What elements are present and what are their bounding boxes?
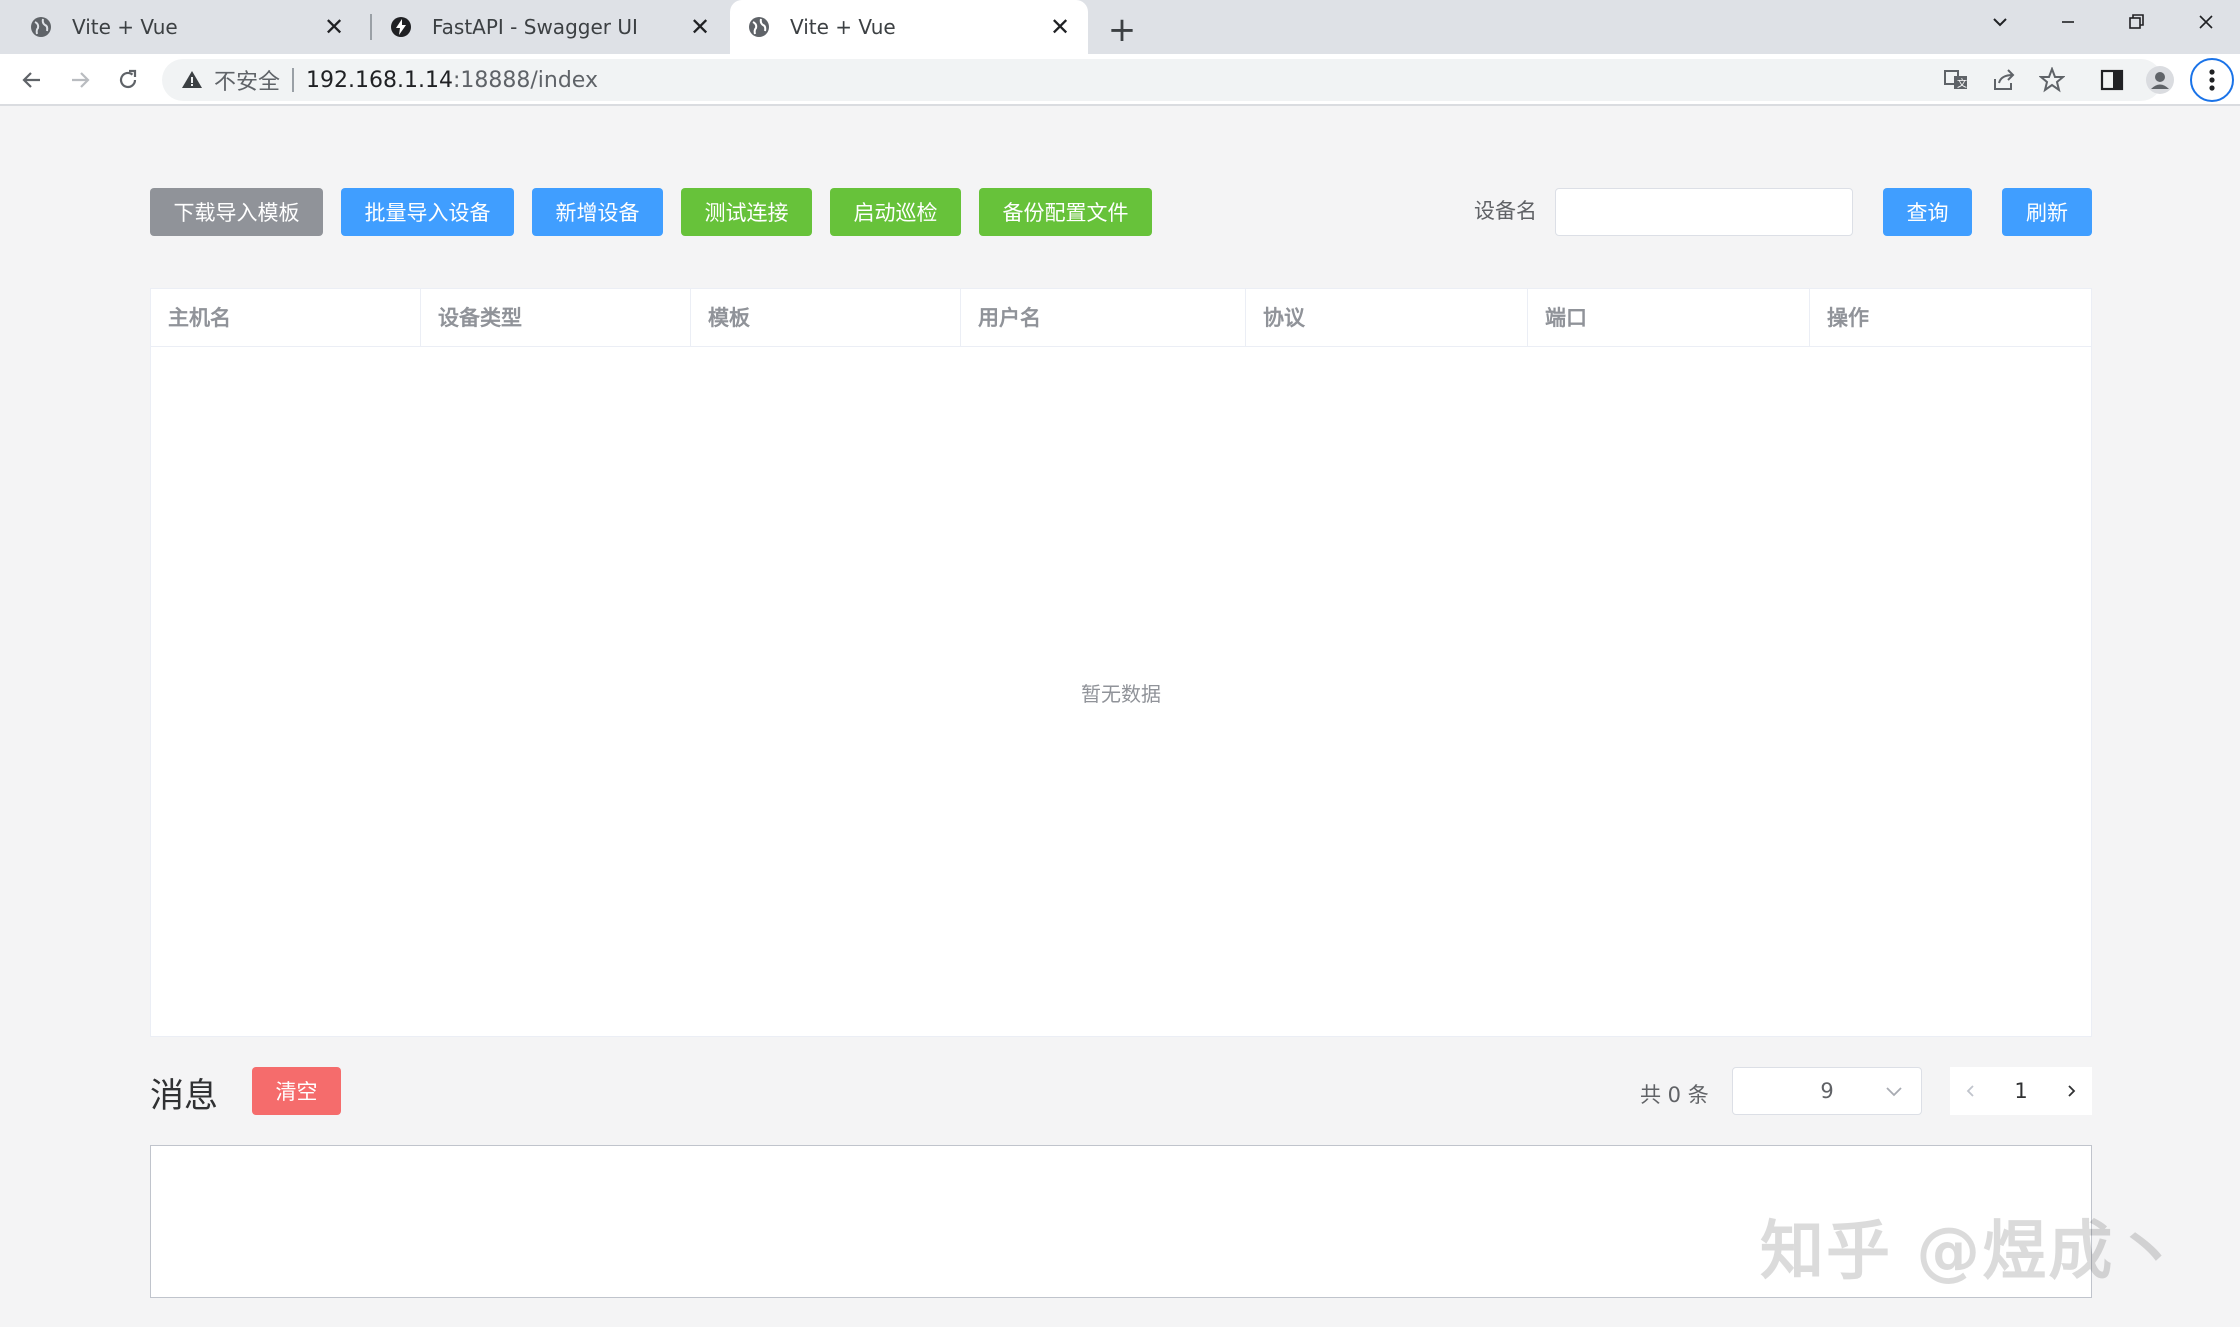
menu-kebab-icon[interactable] bbox=[2190, 58, 2234, 102]
add-device-button[interactable]: 新增设备 bbox=[532, 188, 663, 236]
translate-icon[interactable]: 文 bbox=[1938, 62, 1974, 98]
close-icon[interactable]: ✕ bbox=[686, 13, 714, 41]
column-header-hostname: 主机名 bbox=[151, 289, 421, 347]
page-size-value: 9 bbox=[1820, 1079, 1834, 1103]
empty-state-text: 暂无数据 bbox=[1081, 681, 1161, 706]
minimize-icon[interactable] bbox=[2034, 0, 2102, 44]
column-header-username: 用户名 bbox=[961, 289, 1246, 347]
pagination: 1 bbox=[1950, 1067, 2092, 1115]
column-header-port: 端口 bbox=[1528, 289, 1810, 347]
current-page[interactable]: 1 bbox=[2014, 1079, 2027, 1103]
reload-icon[interactable] bbox=[108, 60, 148, 100]
tab-search-icon[interactable] bbox=[1966, 0, 2034, 44]
restore-icon[interactable] bbox=[2102, 0, 2170, 44]
next-page-icon[interactable] bbox=[2060, 1080, 2082, 1102]
close-icon[interactable]: ✕ bbox=[1046, 13, 1074, 41]
prev-page-icon[interactable] bbox=[1960, 1080, 1982, 1102]
back-icon[interactable] bbox=[12, 60, 52, 100]
profile-icon[interactable] bbox=[2142, 62, 2178, 98]
url-host: 192.168.1.14 bbox=[306, 67, 453, 93]
tab-title: Vite + Vue bbox=[790, 15, 896, 39]
tab-title: FastAPI - Swagger UI bbox=[432, 15, 638, 39]
warning-icon bbox=[182, 71, 202, 88]
forward-icon[interactable] bbox=[60, 60, 100, 100]
address-bar[interactable]: 不安全 192.168.1.14 :18888/index bbox=[162, 59, 2162, 101]
batch-import-button[interactable]: 批量导入设备 bbox=[341, 188, 514, 236]
device-table: 主机名 设备类型 模板 用户名 协议 端口 操作 暂无数据 bbox=[150, 288, 2092, 1037]
close-icon[interactable]: ✕ bbox=[320, 13, 348, 41]
column-header-device-type: 设备类型 bbox=[421, 289, 691, 347]
tab-title: Vite + Vue bbox=[72, 15, 178, 39]
globe-icon bbox=[31, 17, 51, 37]
column-header-template: 模板 bbox=[691, 289, 961, 347]
fastapi-icon bbox=[391, 17, 411, 37]
svg-text:文: 文 bbox=[1957, 77, 1967, 90]
browser-toolbar: 不安全 192.168.1.14 :18888/index 文 bbox=[0, 54, 2240, 106]
chevron-down-icon bbox=[1886, 1087, 1902, 1097]
column-header-actions: 操作 bbox=[1827, 306, 1869, 330]
url-path: :18888/index bbox=[452, 67, 598, 93]
share-icon[interactable] bbox=[1986, 62, 2022, 98]
close-window-icon[interactable] bbox=[2172, 0, 2240, 44]
query-button[interactable]: 查询 bbox=[1883, 188, 1972, 236]
page-size-select[interactable]: 9 bbox=[1732, 1067, 1922, 1115]
browser-tab-bar: Vite + Vue ✕ FastAPI - Swagger UI ✕ Vite… bbox=[0, 0, 2240, 54]
start-inspection-button[interactable]: 启动巡检 bbox=[830, 188, 961, 236]
browser-tab[interactable]: FastAPI - Swagger UI ✕ bbox=[372, 0, 728, 54]
watermark-text: 知乎 @煜成丶 bbox=[1760, 1215, 2181, 1289]
globe-icon bbox=[749, 17, 769, 37]
side-panel-icon[interactable] bbox=[2094, 62, 2130, 98]
new-tab-icon[interactable]: + bbox=[1102, 10, 1142, 50]
backup-config-button[interactable]: 备份配置文件 bbox=[979, 188, 1152, 236]
clear-button[interactable]: 清空 bbox=[252, 1067, 341, 1115]
total-count: 共 0 条 bbox=[1640, 1083, 1709, 1107]
browser-tab-active[interactable]: Vite + Vue ✕ bbox=[730, 0, 1088, 54]
messages-title: 消息 bbox=[150, 1076, 218, 1116]
device-name-input[interactable] bbox=[1555, 188, 1853, 236]
device-name-label: 设备名 bbox=[1474, 199, 1537, 223]
security-label: 不安全 bbox=[214, 70, 281, 95]
bookmark-star-icon[interactable] bbox=[2034, 62, 2070, 98]
table-header: 主机名 设备类型 模板 用户名 协议 端口 操作 bbox=[151, 289, 2091, 347]
download-template-button[interactable]: 下载导入模板 bbox=[150, 188, 323, 236]
test-connection-button[interactable]: 测试连接 bbox=[681, 188, 812, 236]
divider bbox=[292, 68, 295, 92]
browser-tab[interactable]: Vite + Vue ✕ bbox=[0, 0, 362, 54]
column-header-protocol: 协议 bbox=[1246, 289, 1528, 347]
refresh-button[interactable]: 刷新 bbox=[2002, 188, 2092, 236]
